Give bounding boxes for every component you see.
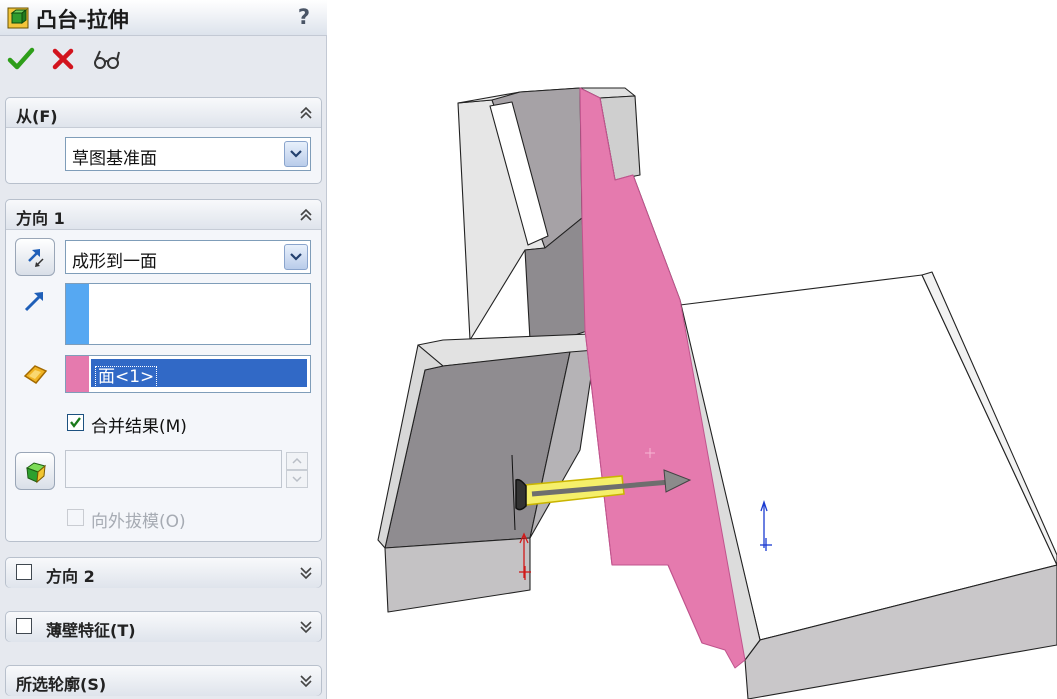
merge-result-checkbox[interactable] <box>67 414 84 431</box>
face-color-swatch <box>66 356 89 392</box>
reverse-direction-icon <box>28 249 44 267</box>
dropdown-button[interactable] <box>284 141 308 167</box>
end-condition-value: 成形到一面 <box>72 252 157 272</box>
chevron-up-icon[interactable] <box>299 105 313 121</box>
check-icon[interactable] <box>6 44 36 74</box>
direction-vector-icon <box>24 292 43 312</box>
spin-up-button <box>286 452 308 470</box>
from-group-title: 从(F) <box>16 107 58 126</box>
reverse-direction-button[interactable] <box>15 238 55 276</box>
chevron-up-icon[interactable] <box>299 207 313 223</box>
direction-vector-selection-box[interactable] <box>65 283 311 345</box>
property-manager-panel: 凸台-拉伸 ? 从(F) 草图基准面 方向 1 成形到一面 面<1> 合并结果(… <box>0 0 327 699</box>
direction2-group: 方向 2 <box>5 557 322 588</box>
draft-outward-label: 向外拔模(O) <box>91 512 186 532</box>
x-icon[interactable] <box>49 44 79 74</box>
draft-outward-checkbox-row: 向外拔模(O) <box>67 507 267 532</box>
action-row <box>0 44 327 78</box>
dropdown-button[interactable] <box>284 244 308 270</box>
selected-contours-group-header[interactable]: 所选轮廓(S) <box>6 666 321 696</box>
draft-angle-field <box>65 450 282 488</box>
selected-contours-group-title: 所选轮廓(S) <box>16 675 107 694</box>
end-condition-select[interactable]: 成形到一面 <box>65 240 311 274</box>
model-geometry <box>377 87 1057 699</box>
from-group-header[interactable]: 从(F) <box>6 98 321 128</box>
from-select[interactable]: 草图基准面 <box>65 137 311 171</box>
from-group: 从(F) 草图基准面 <box>5 97 322 184</box>
title-bar: 凸台-拉伸 ? <box>0 0 327 36</box>
draft-icon <box>25 462 47 484</box>
glasses-icon[interactable] <box>92 44 122 74</box>
face-plane-icon <box>23 365 48 384</box>
thin-feature-group: 薄壁特征(T) <box>5 611 322 642</box>
draft-toggle-button[interactable] <box>15 452 55 490</box>
chevron-down-icon[interactable] <box>299 619 313 635</box>
chevron-down-icon <box>290 253 302 261</box>
direction2-checkbox[interactable] <box>16 564 32 580</box>
chevron-down-icon <box>290 150 302 158</box>
face-selection-item[interactable]: 面<1> <box>91 359 307 388</box>
thin-feature-group-title: 薄壁特征(T) <box>46 621 136 640</box>
direction2-group-title: 方向 2 <box>46 567 95 586</box>
up-arrow-icon <box>292 457 302 464</box>
extrude-boss-icon <box>7 7 29 29</box>
direction-color-swatch <box>66 284 89 344</box>
sketch-profile <box>515 478 527 511</box>
thin-feature-group-header[interactable]: 薄壁特征(T) <box>6 612 321 642</box>
face-selection-label: 面<1> <box>95 366 158 388</box>
selected-contours-group: 所选轮廓(S) <box>5 665 322 696</box>
draft-outward-checkbox <box>67 509 84 526</box>
down-arrow-icon <box>292 476 302 483</box>
help-button[interactable]: ? <box>293 5 315 29</box>
spin-down-button <box>286 470 308 488</box>
chevron-down-icon[interactable] <box>299 565 313 581</box>
merge-result-label: 合并结果(M) <box>91 417 187 437</box>
from-select-value: 草图基准面 <box>72 149 157 169</box>
checkmark-icon <box>70 417 81 428</box>
direction1-group-header[interactable]: 方向 1 <box>6 200 321 230</box>
bracket-front-face <box>384 537 531 613</box>
direction1-group: 方向 1 成形到一面 面<1> 合并结果(M) 向外拔模(O) <box>5 199 322 542</box>
chevron-down-icon[interactable] <box>299 673 313 689</box>
direction2-group-header[interactable]: 方向 2 <box>6 558 321 588</box>
feature-title: 凸台-拉伸 <box>36 8 129 32</box>
face-selection-box[interactable]: 面<1> <box>65 355 311 393</box>
merge-result-checkbox-row[interactable]: 合并结果(M) <box>67 412 267 437</box>
direction1-group-title: 方向 1 <box>16 209 65 228</box>
thin-feature-checkbox[interactable] <box>16 618 32 634</box>
graphics-viewport[interactable] <box>328 0 1057 699</box>
